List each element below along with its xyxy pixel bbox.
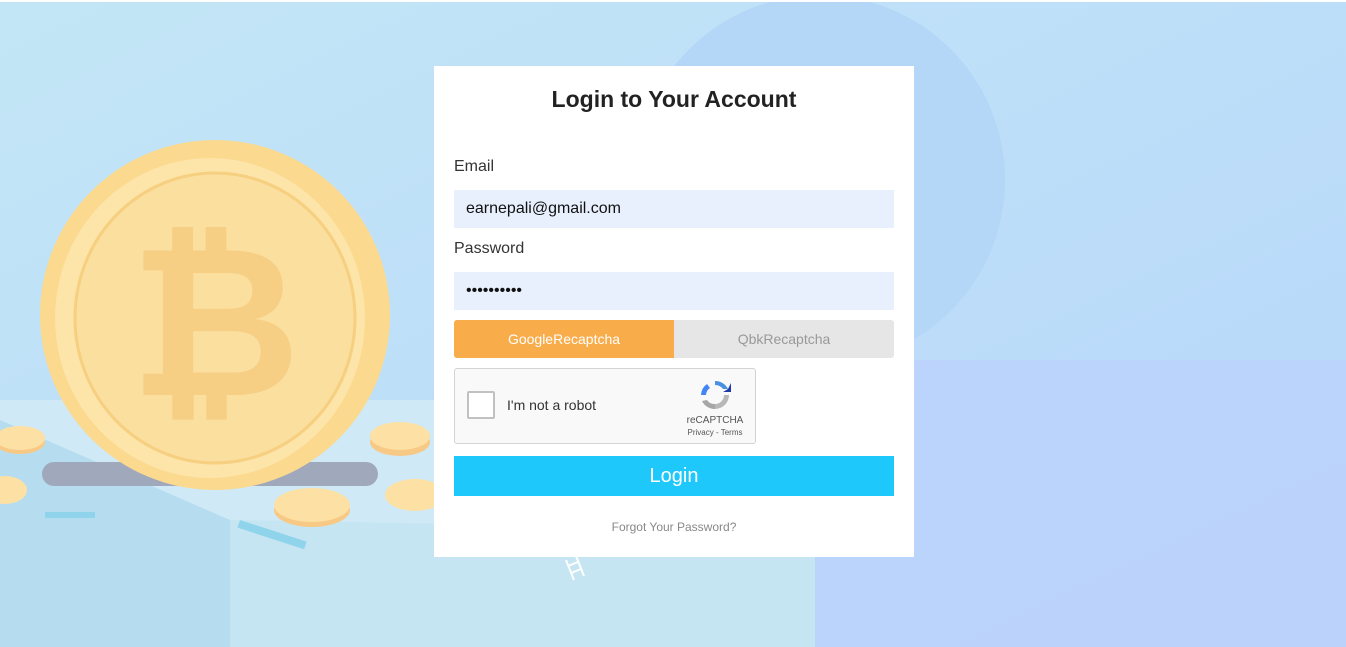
- bitcoin-coin-icon: ₿: [40, 140, 390, 490]
- recaptcha-links: Privacy - Terms: [681, 428, 749, 437]
- tab-google-recaptcha[interactable]: GoogleRecaptcha: [454, 320, 674, 358]
- recaptcha-brand: reCAPTCHA: [686, 415, 744, 426]
- login-card: Login to Your Account Email earnepali@gm…: [434, 66, 914, 557]
- recaptcha-logo-icon: [701, 380, 731, 410]
- page-title: Login to Your Account: [551, 86, 797, 112]
- svg-text:₿: ₿: [129, 200, 300, 445]
- forgot-password-link[interactable]: Forgot Your Password?: [434, 520, 914, 534]
- recaptcha-widget: I'm not a robot reCAPTCHA Privacy - Term…: [454, 368, 756, 444]
- recaptcha-checkbox[interactable]: [467, 391, 495, 419]
- recaptcha-link-separator: -: [713, 428, 721, 437]
- email-field[interactable]: earnepali@gmail.com: [454, 190, 894, 228]
- password-field[interactable]: ••••••••••: [454, 272, 894, 310]
- tab-qbk-recaptcha[interactable]: QbkRecaptcha: [674, 320, 894, 358]
- captcha-tabs: GoogleRecaptcha QbkRecaptcha: [454, 320, 894, 358]
- recaptcha-terms-link[interactable]: Terms: [721, 428, 743, 437]
- password-label: Password: [454, 240, 525, 257]
- email-label: Email: [454, 158, 495, 175]
- recaptcha-label: I'm not a robot: [507, 397, 597, 413]
- recaptcha-privacy-link[interactable]: Privacy: [688, 428, 714, 437]
- login-button[interactable]: Login: [454, 456, 894, 496]
